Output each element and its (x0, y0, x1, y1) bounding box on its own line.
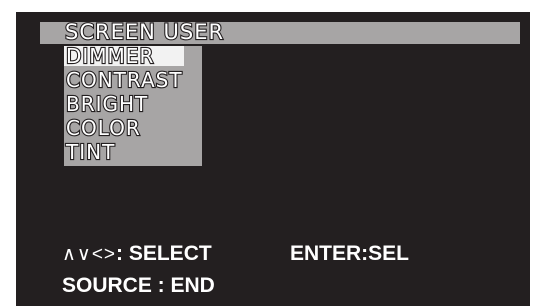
menu-item-color[interactable]: COLOR (64, 117, 141, 139)
hint-enter: ENTER:SEL (290, 242, 410, 265)
osd-screen: SCREEN USER DIMMER CONTRAST BRIGHT COLOR… (16, 12, 530, 306)
menu-title: SCREEN USER (64, 19, 225, 45)
arrow-keys-icon: ∧∨<> (62, 244, 117, 265)
hint-select: ∧∨<>: SELECT (62, 242, 212, 266)
hint-source: SOURCE : END (62, 274, 215, 297)
menu-item-dimmer[interactable]: DIMMER (64, 45, 184, 67)
menu-title-bar: SCREEN USER (40, 19, 520, 45)
hint-select-label: : SELECT (116, 242, 212, 265)
menu-item-tint[interactable]: TINT (64, 141, 116, 163)
menu-item-contrast[interactable]: CONTRAST (64, 69, 183, 91)
menu-list: DIMMER CONTRAST BRIGHT COLOR TINT (64, 45, 202, 166)
menu-item-bright[interactable]: BRIGHT (64, 93, 148, 115)
